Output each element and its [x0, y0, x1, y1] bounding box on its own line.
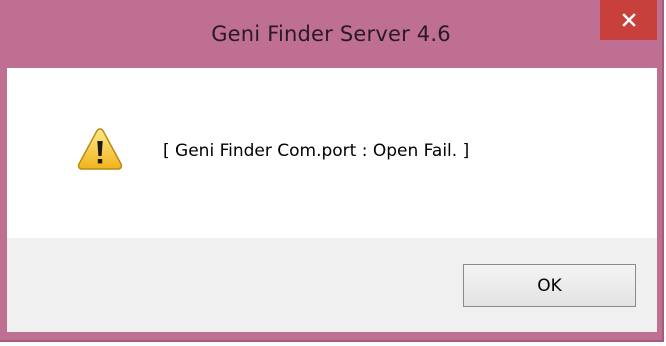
- message-area: [ Geni Finder Com.port : Open Fail. ]: [7, 68, 657, 238]
- message-text: [ Geni Finder Com.port : Open Fail. ]: [163, 141, 470, 161]
- close-button[interactable]: [600, 0, 657, 40]
- ok-button[interactable]: OK: [463, 264, 636, 307]
- close-icon: [621, 13, 636, 27]
- window-title: Geni Finder Server 4.6: [211, 22, 451, 46]
- dialog-window: Geni Finder Server 4.6 [ Geni Finder Com…: [0, 0, 664, 342]
- title-bar[interactable]: Geni Finder Server 4.6: [0, 0, 662, 68]
- dialog-body: [ Geni Finder Com.port : Open Fail. ] OK: [7, 68, 657, 332]
- warning-icon: [77, 128, 123, 170]
